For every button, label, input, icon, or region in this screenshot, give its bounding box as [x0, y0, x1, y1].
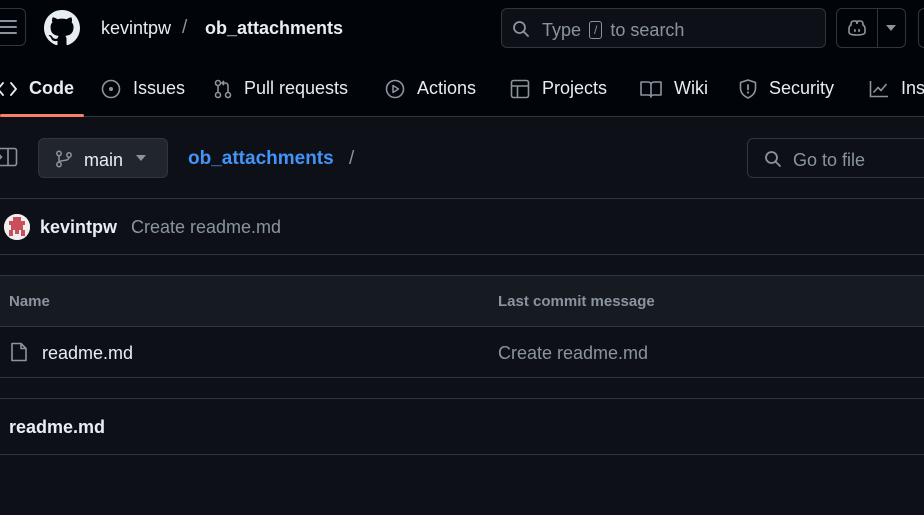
- tab-code[interactable]: Code: [0, 78, 74, 99]
- hamburger-icon: [0, 20, 17, 34]
- breadcrumb-repo-link[interactable]: ob_attachments: [188, 148, 334, 170]
- tab-label: Code: [29, 78, 74, 98]
- divider: [0, 198, 924, 199]
- search-input[interactable]: Type / to search: [501, 8, 826, 48]
- tab-label: Issues: [133, 78, 186, 98]
- owner-link[interactable]: kevintpw: [101, 18, 171, 39]
- copilot-button[interactable]: [836, 8, 906, 48]
- tab-label: Security: [769, 78, 835, 98]
- breadcrumb-separator: /: [349, 148, 355, 169]
- search-shortcut-key: /: [589, 21, 603, 39]
- shield-icon: [739, 78, 757, 99]
- tab-label: Actions: [417, 78, 477, 98]
- branch-name: main: [84, 150, 124, 170]
- active-tab-underline: [0, 114, 84, 117]
- table-icon: [510, 79, 530, 98]
- header-separator: /: [182, 17, 188, 38]
- play-icon: [385, 79, 405, 98]
- tab-wiki[interactable]: Wiki: [640, 78, 708, 99]
- repo-nav: Code Issues Pull requests Actions Projec…: [0, 58, 924, 117]
- commit-author-link[interactable]: kevintpw: [40, 217, 117, 238]
- chevron-down-icon[interactable]: [886, 25, 896, 31]
- column-header-last-commit: Last commit message: [498, 293, 655, 310]
- tab-label: Projects: [542, 78, 608, 98]
- header-edge-button[interactable]: [918, 8, 924, 48]
- git-pull-request-icon: [214, 79, 232, 98]
- commit-message-link[interactable]: Create readme.md: [131, 217, 281, 238]
- readme-title: readme.md: [9, 417, 106, 437]
- file-commit-message-link[interactable]: Create readme.md: [498, 343, 648, 364]
- copilot-icon: [847, 18, 867, 38]
- search-placeholder-suffix: to search: [610, 20, 685, 40]
- search-placeholder-prefix: Type: [542, 20, 582, 40]
- tab-pull-requests[interactable]: Pull requests: [214, 78, 348, 99]
- search-placeholder: Type / to search: [542, 20, 684, 41]
- table-header: [0, 276, 924, 326]
- code-icon: [0, 81, 17, 96]
- column-header-name: Name: [9, 293, 50, 310]
- tab-label: Pull requests: [244, 78, 349, 98]
- search-icon: [764, 150, 782, 168]
- table-row[interactable]: [0, 327, 924, 377]
- book-icon: [640, 80, 662, 98]
- divider: [0, 254, 924, 255]
- tab-actions[interactable]: Actions: [385, 78, 476, 99]
- search-icon: [512, 20, 530, 38]
- menu-button[interactable]: [0, 8, 26, 46]
- tab-projects[interactable]: Projects: [510, 78, 607, 99]
- sidebar-toggle-icon[interactable]: [0, 147, 18, 167]
- file-icon: [10, 342, 28, 362]
- go-to-file-placeholder: Go to file: [793, 150, 866, 170]
- graph-icon: [869, 80, 888, 97]
- tab-security[interactable]: Security: [739, 78, 834, 99]
- tab-label: Wiki: [674, 78, 708, 98]
- divider: [0, 454, 924, 455]
- repo-link[interactable]: ob_attachments: [205, 18, 343, 39]
- avatar[interactable]: [4, 214, 30, 240]
- table-bottom-border: [0, 377, 924, 378]
- tab-label: Ins: [901, 78, 924, 98]
- chevron-down-icon: [136, 155, 146, 161]
- tab-issues[interactable]: Issues: [101, 78, 185, 99]
- github-logo-icon[interactable]: [44, 10, 80, 46]
- git-branch-icon: [55, 150, 73, 168]
- branch-selector[interactable]: main: [38, 138, 168, 178]
- copilot-divider: [877, 9, 878, 47]
- issue-opened-icon: [101, 79, 121, 98]
- go-to-file-input[interactable]: Go to file: [747, 138, 924, 178]
- divider: [0, 398, 924, 399]
- file-name-link[interactable]: readme.md: [42, 343, 133, 364]
- tab-insights[interactable]: Ins: [869, 78, 924, 99]
